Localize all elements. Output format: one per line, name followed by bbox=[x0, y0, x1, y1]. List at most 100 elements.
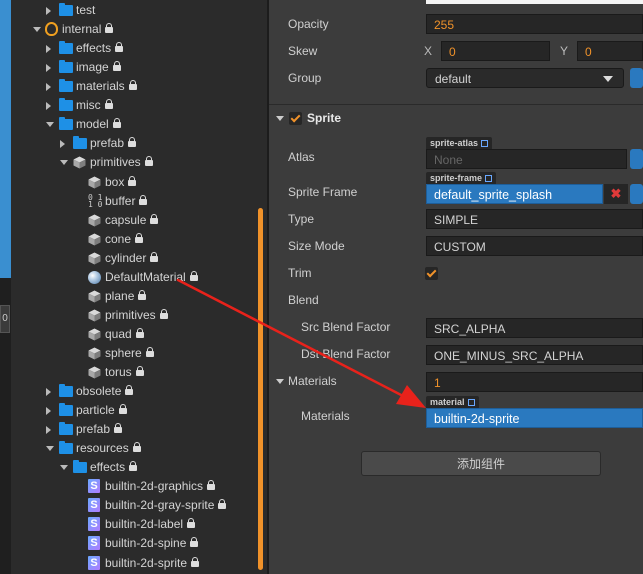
buffer-binary-icon: 0 1 1 0 bbox=[88, 192, 103, 209]
lock-icon bbox=[146, 346, 154, 357]
tree-item-label: sphere bbox=[105, 345, 142, 360]
panel-tab[interactable]: 0 bbox=[0, 305, 10, 333]
tree-item[interactable]: obsolete bbox=[11, 382, 267, 401]
tree-item[interactable]: torus bbox=[11, 363, 267, 382]
sprite-frame-tag-text: sprite-frame bbox=[430, 173, 483, 183]
tree-item[interactable]: box bbox=[11, 173, 267, 192]
tree-item[interactable]: 0 1 1 0 buffer bbox=[11, 192, 267, 211]
tree-item[interactable]: prefab bbox=[11, 420, 267, 439]
group-select[interactable]: default bbox=[426, 68, 624, 88]
tree-item[interactable]: internal bbox=[11, 20, 267, 39]
materials-collapse-icon[interactable] bbox=[276, 379, 284, 384]
tree-item[interactable]: effects bbox=[11, 39, 267, 58]
lock-icon bbox=[150, 213, 158, 224]
tree-item[interactable]: Sbuiltin-2d-label bbox=[11, 515, 267, 534]
tree-item[interactable]: Sbuiltin-2d-gray-sprite bbox=[11, 496, 267, 515]
tree-item[interactable]: image bbox=[11, 58, 267, 77]
clear-sprite-frame-icon[interactable]: ✖ bbox=[604, 184, 628, 204]
tree-item-label: image bbox=[76, 60, 109, 75]
tree-item-label: plane bbox=[105, 288, 135, 303]
sprite-frame-edit-button[interactable] bbox=[630, 184, 643, 204]
tree-item[interactable]: prefab bbox=[11, 134, 267, 153]
trim-label: Trim bbox=[288, 266, 312, 280]
external-link-icon[interactable] bbox=[467, 399, 475, 406]
materials-count-input[interactable]: 1 bbox=[426, 372, 643, 392]
atlas-edit-button[interactable] bbox=[630, 149, 643, 169]
collapsed-arrow-icon[interactable] bbox=[46, 102, 51, 111]
asset-tree-scrollbar[interactable] bbox=[258, 208, 263, 570]
collapsed-arrow-icon[interactable] bbox=[46, 426, 51, 435]
opacity-input[interactable]: 255 bbox=[426, 14, 643, 34]
collapsed-arrow-icon[interactable] bbox=[46, 388, 51, 396]
lock-icon bbox=[133, 442, 141, 453]
tree-item[interactable]: effects bbox=[11, 458, 267, 477]
collapsed-arrow-icon[interactable] bbox=[46, 83, 51, 92]
mesh-cube-icon bbox=[88, 252, 101, 265]
tree-item[interactable]: materials bbox=[11, 77, 267, 96]
tree-item-label: builtin-2d-graphics bbox=[105, 479, 204, 494]
tree-item-label: model bbox=[76, 117, 109, 132]
add-component-button[interactable]: 添加组件 bbox=[361, 451, 601, 476]
collapsed-arrow-icon[interactable] bbox=[60, 140, 65, 149]
database-icon bbox=[45, 22, 58, 37]
tree-item[interactable]: primitives bbox=[11, 306, 267, 325]
tree-item[interactable]: cone bbox=[11, 230, 267, 249]
tree-item-label: effects bbox=[90, 460, 126, 475]
tree-item[interactable]: resources bbox=[11, 439, 267, 458]
expanded-arrow-icon[interactable] bbox=[46, 446, 54, 452]
group-select-value: default bbox=[435, 72, 472, 86]
sprite-frame-field[interactable]: default_sprite_splash bbox=[426, 184, 603, 204]
tree-item[interactable]: test bbox=[11, 1, 267, 20]
collapsed-arrow-icon[interactable] bbox=[46, 64, 51, 73]
tree-item[interactable]: model bbox=[11, 115, 267, 134]
folder-icon bbox=[59, 422, 73, 436]
tree-item[interactable]: particle bbox=[11, 401, 267, 420]
tree-item[interactable]: plane bbox=[11, 287, 267, 306]
dst-blend-select[interactable]: ONE_MINUS_SRC_ALPHA bbox=[426, 345, 643, 365]
atlas-field[interactable]: None bbox=[426, 149, 627, 169]
sprite-enabled-checkbox[interactable] bbox=[289, 112, 302, 125]
tree-item-label: capsule bbox=[105, 212, 147, 227]
folder-icon bbox=[73, 460, 87, 474]
tree-item[interactable]: Sbuiltin-2d-sprite bbox=[11, 554, 267, 573]
tree-item-label: cylinder bbox=[105, 250, 147, 265]
group-label: Group bbox=[288, 71, 322, 85]
tree-item[interactable]: Sbuiltin-2d-spine bbox=[11, 534, 267, 553]
tree-item-label: test bbox=[76, 3, 96, 17]
trim-checkbox[interactable] bbox=[425, 267, 438, 280]
type-select[interactable]: SIMPLE bbox=[426, 209, 643, 229]
color-swatch-field[interactable] bbox=[426, 0, 643, 4]
lock-icon bbox=[129, 80, 137, 91]
src-blend-select[interactable]: SRC_ALPHA bbox=[426, 318, 643, 338]
dst-blend-label: Dst Blend Factor bbox=[301, 347, 391, 361]
skew-x-input[interactable]: 0 bbox=[441, 41, 550, 61]
expanded-arrow-icon[interactable] bbox=[33, 27, 41, 33]
expanded-arrow-icon[interactable] bbox=[60, 465, 68, 471]
tree-item[interactable]: sphere bbox=[11, 344, 267, 363]
skew-y-input[interactable]: 0 bbox=[577, 41, 643, 61]
size-mode-select[interactable]: CUSTOM bbox=[426, 236, 643, 256]
tree-item[interactable]: Sbuiltin-2d-graphics bbox=[11, 477, 267, 496]
expanded-arrow-icon[interactable] bbox=[60, 160, 68, 166]
asset-tree[interactable]: test internal effects image materials misc mod… bbox=[11, 0, 267, 574]
external-link-icon[interactable] bbox=[481, 140, 489, 147]
expanded-arrow-icon[interactable] bbox=[46, 122, 54, 128]
external-link-icon[interactable] bbox=[485, 175, 493, 182]
skew-y-axis: Y bbox=[560, 44, 569, 58]
tree-item[interactable]: capsule bbox=[11, 211, 267, 230]
tree-item[interactable]: misc bbox=[11, 96, 267, 115]
tree-item[interactable]: DefaultMaterial bbox=[11, 268, 267, 287]
collapsed-arrow-icon[interactable] bbox=[46, 45, 51, 54]
collapsed-arrow-icon[interactable] bbox=[46, 7, 51, 15]
sprite-collapse-icon[interactable] bbox=[276, 116, 284, 121]
size-mode-label: Size Mode bbox=[288, 239, 345, 253]
material-field[interactable]: builtin-2d-sprite bbox=[426, 408, 643, 428]
tree-item[interactable]: cylinder bbox=[11, 249, 267, 268]
tree-item-label: builtin-2d-sprite bbox=[105, 555, 188, 570]
tree-item[interactable]: primitives bbox=[11, 153, 267, 172]
lock-icon bbox=[218, 499, 226, 510]
lock-icon bbox=[190, 537, 198, 548]
tree-item[interactable]: quad bbox=[11, 325, 267, 344]
group-edit-button[interactable] bbox=[630, 68, 643, 88]
collapsed-arrow-icon[interactable] bbox=[46, 407, 51, 416]
